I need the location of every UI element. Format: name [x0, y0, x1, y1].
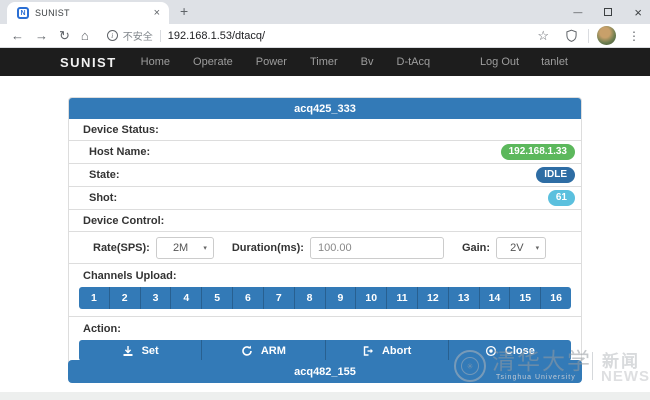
browser-tab[interactable]: N SUNIST ×	[7, 2, 169, 24]
host-name-badge: 192.168.1.33	[501, 144, 575, 160]
nav-item-dtacq[interactable]: D-tAcq	[397, 56, 431, 68]
reload-icon[interactable]: ↻	[59, 29, 70, 42]
refresh-icon	[241, 345, 253, 357]
site-favicon-icon: N	[17, 7, 29, 19]
nav-item-bv[interactable]: Bv	[361, 56, 374, 68]
channel-button-4[interactable]: 4	[171, 287, 202, 309]
device-status-section-label: Device Status:	[69, 119, 581, 141]
record-icon	[485, 345, 497, 357]
gain-select[interactable]: 2V ▾	[496, 237, 546, 259]
log-out-icon	[362, 345, 374, 357]
channel-button-9[interactable]: 9	[326, 287, 357, 309]
window-maximize-button[interactable]	[604, 8, 612, 16]
channel-button-1[interactable]: 1	[79, 287, 110, 309]
nav-item-home[interactable]: Home	[141, 56, 170, 68]
nav-item-username[interactable]: tanlet	[541, 56, 568, 68]
channel-button-2[interactable]: 2	[110, 287, 141, 309]
toolbar-divider	[588, 29, 589, 43]
state-badge: IDLE	[536, 167, 575, 183]
shield-extension-icon[interactable]	[565, 29, 578, 43]
host-name-row: Host Name: 192.168.1.33	[69, 141, 581, 164]
bookmark-star-icon[interactable]: ☆	[537, 28, 549, 44]
duration-label: Duration(ms):	[232, 242, 304, 254]
profile-avatar[interactable]	[597, 26, 616, 45]
nav-item-logout[interactable]: Log Out	[480, 56, 519, 68]
set-button[interactable]: Set	[79, 340, 202, 361]
nav-item-timer[interactable]: Timer	[310, 56, 338, 68]
tab-close-icon[interactable]: ×	[151, 7, 163, 19]
channel-button-13[interactable]: 13	[449, 287, 480, 309]
channels-section: Channels Upload: 1 2 3 4 5 6 7 8 9 10 11…	[69, 264, 581, 317]
channel-button-11[interactable]: 11	[387, 287, 418, 309]
nav-item-power[interactable]: Power	[256, 56, 287, 68]
news-cn-text: 新闻	[602, 347, 640, 372]
channel-button-16[interactable]: 16	[541, 287, 571, 309]
nav-item-operate[interactable]: Operate	[193, 56, 233, 68]
channel-button-7[interactable]: 7	[264, 287, 295, 309]
shot-badge: 61	[548, 190, 575, 206]
download-icon	[122, 345, 134, 357]
gain-label: Gain:	[462, 242, 490, 254]
browser-menu-icon[interactable]: ⋮	[628, 29, 640, 43]
watermark-divider	[592, 352, 593, 380]
url-divider	[160, 30, 161, 42]
channel-button-6[interactable]: 6	[233, 287, 264, 309]
shot-row: Shot: 61	[69, 187, 581, 210]
new-tab-button[interactable]: +	[180, 3, 188, 19]
address-bar: ← → ↻ ⌂ i 不安全 192.168.1.53/dtacq/ ☆ ⋮	[0, 24, 650, 48]
channel-button-group: 1 2 3 4 5 6 7 8 9 10 11 12 13 14 15 16	[79, 287, 571, 309]
arm-button[interactable]: ARM	[202, 340, 325, 361]
device-panel-acq425: acq425_333 Device Status: Host Name: 192…	[68, 97, 582, 369]
abort-button[interactable]: Abort	[326, 340, 449, 361]
url-text[interactable]: 192.168.1.53/dtacq/	[168, 30, 265, 42]
page-info-icon[interactable]: i	[107, 30, 118, 41]
rate-label: Rate(SPS):	[93, 242, 150, 254]
duration-input[interactable]	[310, 237, 444, 259]
security-label[interactable]: 不安全	[123, 28, 153, 43]
back-icon[interactable]: ←	[11, 29, 24, 42]
device-control-section-label: Device Control:	[69, 210, 581, 232]
window-minimize-button[interactable]: —	[573, 8, 582, 17]
channel-button-8[interactable]: 8	[295, 287, 326, 309]
device-panel-acq482-header[interactable]: acq482_155	[68, 360, 582, 383]
channel-button-12[interactable]: 12	[418, 287, 449, 309]
channel-button-10[interactable]: 10	[356, 287, 387, 309]
action-button-group: Set ARM Abort Close	[79, 340, 571, 361]
chevron-down-icon: ▾	[203, 244, 207, 252]
forward-icon[interactable]: →	[35, 29, 48, 42]
page-bottom-strip	[0, 392, 650, 400]
channel-button-14[interactable]: 14	[480, 287, 511, 309]
chevron-down-icon: ▾	[536, 244, 540, 252]
channel-button-5[interactable]: 5	[202, 287, 233, 309]
app-navbar: SUNIST Home Operate Power Timer Bv D-tAc…	[0, 48, 650, 76]
close-button[interactable]: Close	[449, 340, 571, 361]
tab-title: SUNIST	[35, 8, 151, 18]
home-icon[interactable]: ⌂	[81, 29, 89, 42]
window-close-button[interactable]: ×	[634, 6, 642, 19]
panel-title: acq425_333	[69, 98, 581, 119]
browser-tab-strip: N SUNIST × + — ×	[0, 0, 650, 24]
control-row: Rate(SPS): 2M ▾ Duration(ms): Gain: 2V ▾	[69, 232, 581, 264]
channel-button-15[interactable]: 15	[510, 287, 541, 309]
news-en-text: NEWS	[601, 368, 650, 385]
channels-label: Channels Upload:	[79, 268, 571, 287]
action-label: Action:	[79, 321, 571, 340]
navbar-brand[interactable]: SUNIST	[60, 55, 117, 70]
host-name-label: Host Name:	[89, 146, 150, 158]
state-row: State: IDLE	[69, 164, 581, 187]
channel-button-3[interactable]: 3	[141, 287, 172, 309]
shot-label: Shot:	[89, 192, 117, 204]
rate-select[interactable]: 2M ▾	[156, 237, 214, 259]
state-label: State:	[89, 169, 120, 181]
